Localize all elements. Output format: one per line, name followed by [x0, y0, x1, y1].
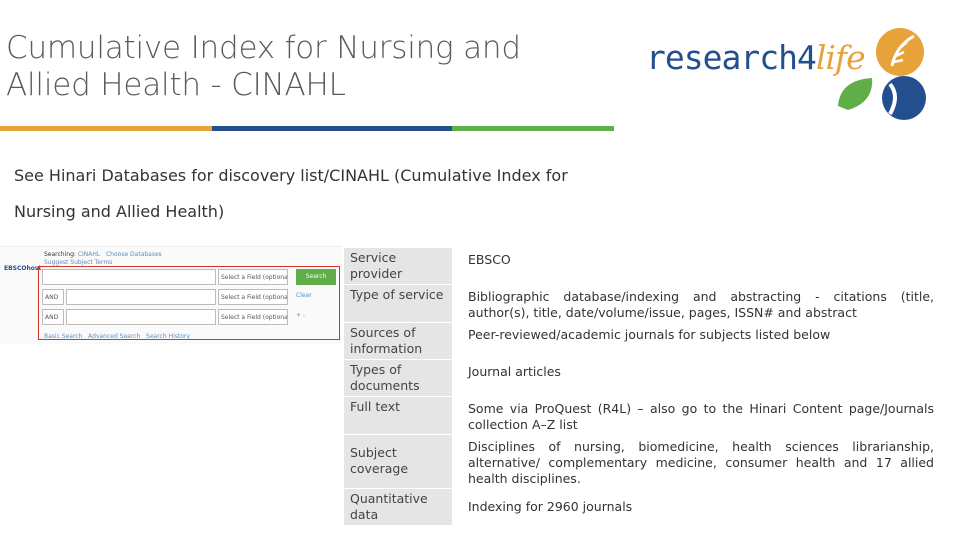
ebsco-search-screenshot: EBSCOhost Searching: CINAHL Choose Datab… — [0, 246, 342, 344]
ebsco-bool-select-3[interactable]: AND — [42, 309, 64, 325]
table-row: Service provider EBSCO — [344, 248, 934, 285]
ebsco-suggest-terms[interactable]: Suggest Subject Terms — [44, 259, 112, 266]
ebsco-field-select-2[interactable]: Select a Field (optional) — [218, 289, 288, 305]
logo-text-research: research — [646, 38, 798, 77]
title-rule-orange — [0, 126, 212, 131]
table-row: Quantitative data Indexing for 2960 jour… — [344, 488, 934, 526]
row-value: Peer-reviewed/academic journals for subj… — [468, 326, 831, 342]
table-row: Sources of information Peer-reviewed/aca… — [344, 322, 934, 360]
row-value: Indexing for 2960 journals — [468, 498, 633, 514]
ebsco-field-select-1[interactable]: Select a Field (optional) — [218, 269, 288, 285]
row-value: EBSCO — [468, 252, 511, 267]
row-label: Service provider — [344, 248, 452, 285]
row-label: Quantitative data — [344, 488, 452, 526]
ebsco-basic-search-link[interactable]: Basic Search — [44, 333, 82, 340]
ebsco-clear-link[interactable]: Clear — [296, 292, 312, 299]
research4life-logo: research4life — [646, 26, 936, 126]
row-label: Sources of information — [344, 322, 452, 360]
logo-text-four: 4 — [796, 38, 817, 77]
ebsco-searching-label: Searching: — [44, 251, 76, 258]
row-label: Full text — [344, 396, 452, 435]
logo-wordmark: research4life — [646, 38, 866, 77]
row-value: Some via ProQuest (R4L) – also go to the… — [468, 400, 934, 432]
ebsco-field-select-3[interactable]: Select a Field (optional) — [218, 309, 288, 325]
ebsco-search-history-link[interactable]: Search History — [146, 333, 190, 340]
page-title-line-2: Allied Health - CINAHL — [6, 67, 346, 103]
cinahl-info-table: Service provider EBSCO Type of service B… — [344, 248, 934, 526]
ebsco-search-input-1[interactable] — [42, 269, 216, 285]
description: See Hinari Databases for discovery list/… — [14, 158, 644, 230]
row-label: Type of service — [344, 284, 452, 323]
table-row: Types of documents Journal articles — [344, 359, 934, 397]
page-title-line-1: Cumulative Index for Nursing and — [6, 30, 521, 66]
ebsco-links: Basic Search Advanced Search Search Hist… — [44, 333, 190, 340]
ebsco-advanced-search-link[interactable]: Advanced Search — [88, 333, 140, 340]
ebsco-database: CINAHL — [77, 251, 101, 258]
ebsco-search-input-2[interactable] — [66, 289, 216, 305]
ebsco-add-remove-row[interactable]: + - — [296, 312, 305, 319]
research4life-leaf-icon — [838, 28, 926, 120]
table-row: Subject coverage Disciplines of nursing,… — [344, 434, 934, 489]
ebsco-bool-select-2[interactable]: AND — [42, 289, 64, 305]
page-title: Cumulative Index for Nursing and Allied … — [6, 30, 606, 104]
title-rule-green — [452, 126, 614, 131]
row-label: Subject coverage — [344, 434, 452, 489]
table-row: Type of service Bibliographic database/i… — [344, 284, 934, 323]
row-value: Disciplines of nursing, biomedicine, hea… — [468, 438, 934, 486]
ebsco-logo: EBSCOhost — [4, 265, 42, 272]
row-value: Journal articles — [468, 363, 561, 379]
description-line-1: See Hinari Databases for discovery list/… — [14, 166, 568, 185]
ebsco-search-button[interactable]: Search — [296, 269, 336, 285]
row-label: Types of documents — [344, 359, 452, 397]
ebsco-searching-line: Searching: CINAHL Choose Databases — [44, 251, 162, 258]
description-line-2: Nursing and Allied Health) — [14, 202, 225, 221]
ebsco-search-input-3[interactable] — [66, 309, 216, 325]
title-rule-blue — [212, 126, 452, 131]
table-row: Full text Some via ProQuest (R4L) – also… — [344, 396, 934, 435]
ebsco-choose-databases-link[interactable]: Choose Databases — [106, 251, 162, 258]
row-value: Bibliographic database/indexing and abst… — [468, 288, 934, 320]
